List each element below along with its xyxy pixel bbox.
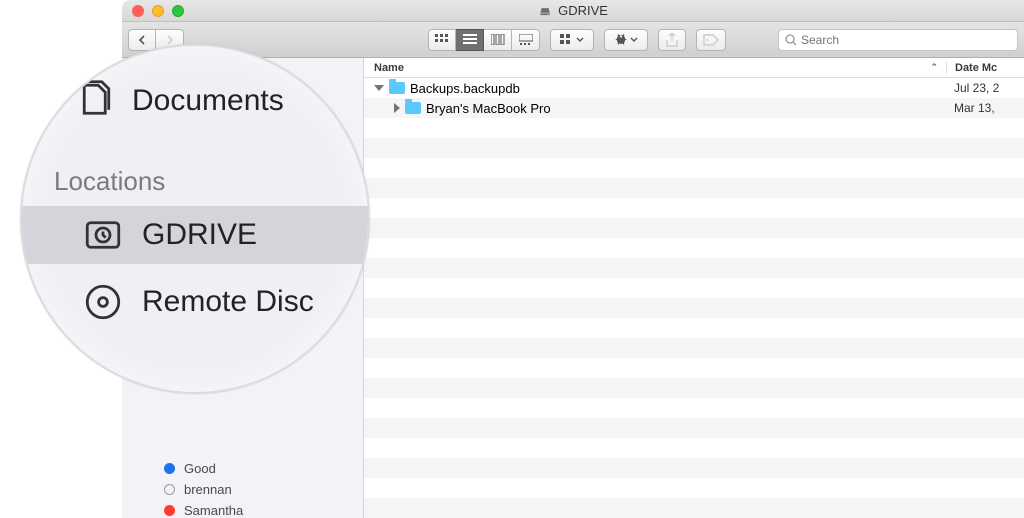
column-date-label: Date Mc <box>955 62 997 74</box>
window-title-text: GDRIVE <box>558 3 608 18</box>
file-date: Mar 13, <box>946 101 1024 115</box>
group-by-button[interactable] <box>550 29 594 51</box>
empty-row <box>364 498 1024 518</box>
disclosure-triangle-icon[interactable] <box>394 103 400 113</box>
disc-icon <box>82 281 124 323</box>
empty-row <box>364 298 1024 318</box>
empty-row <box>364 278 1024 298</box>
file-list: Backups.backupdb Jul 23, 2 Bryan's MacBo… <box>364 78 1024 518</box>
empty-row <box>364 118 1024 138</box>
tag-dot-icon <box>164 484 175 495</box>
empty-row <box>364 418 1024 438</box>
tag-dot-icon <box>164 463 175 474</box>
column-headers: Name ⌃ Date Mc <box>364 58 1024 78</box>
search-icon <box>785 34 797 46</box>
search-input[interactable] <box>801 33 1011 47</box>
window-title: GDRIVE <box>538 3 608 18</box>
file-name: Bryan's MacBook Pro <box>426 101 551 116</box>
column-date[interactable]: Date Mc <box>946 62 1024 74</box>
column-name[interactable]: Name ⌃ <box>364 62 946 74</box>
empty-row <box>364 218 1024 238</box>
sidebar-heading-locations: Locations <box>54 166 165 197</box>
sidebar-item-label: GDRIVE <box>142 218 257 252</box>
column-name-label: Name <box>374 62 404 74</box>
empty-row <box>364 458 1024 478</box>
table-row[interactable]: Backups.backupdb Jul 23, 2 <box>364 78 1024 98</box>
view-mode-group <box>428 29 540 51</box>
file-date: Jul 23, 2 <box>946 81 1024 95</box>
tag-brennan[interactable]: brennan <box>164 479 363 500</box>
folder-icon <box>389 82 405 94</box>
window-controls <box>132 5 184 17</box>
tag-dot-icon <box>164 505 175 516</box>
search-field[interactable] <box>778 29 1018 51</box>
close-button[interactable] <box>132 5 144 17</box>
time-machine-drive-icon <box>82 214 124 256</box>
empty-row <box>364 478 1024 498</box>
empty-row <box>364 318 1024 338</box>
share-button[interactable] <box>658 29 686 51</box>
documents-icon <box>72 80 114 122</box>
empty-row <box>364 258 1024 278</box>
empty-row <box>364 358 1024 378</box>
empty-row <box>364 338 1024 358</box>
empty-row <box>364 378 1024 398</box>
sidebar-tags: Good brennan Samantha <box>122 458 363 518</box>
tag-label: Good <box>184 461 216 476</box>
empty-row <box>364 238 1024 258</box>
sidebar-item-documents[interactable]: Documents <box>72 76 368 126</box>
empty-row <box>364 178 1024 198</box>
tags-button[interactable] <box>696 29 726 51</box>
tag-samantha[interactable]: Samantha <box>164 500 363 518</box>
tag-label: Samantha <box>184 503 243 518</box>
table-row[interactable]: Bryan's MacBook Pro Mar 13, <box>364 98 1024 118</box>
empty-row <box>364 198 1024 218</box>
file-pane: Name ⌃ Date Mc Backups.backupdb Jul 23, … <box>364 58 1024 518</box>
magnifier-overlay: Documents Locations GDRIVE Remote Disc <box>20 44 370 394</box>
action-menu-button[interactable] <box>604 29 648 51</box>
titlebar: GDRIVE <box>122 0 1024 22</box>
file-name: Backups.backupdb <box>410 81 520 96</box>
zoom-button[interactable] <box>172 5 184 17</box>
list-view-button[interactable] <box>456 29 484 51</box>
drive-icon <box>538 4 552 18</box>
gallery-view-button[interactable] <box>512 29 540 51</box>
disclosure-triangle-icon[interactable] <box>374 85 384 91</box>
empty-row <box>364 138 1024 158</box>
sort-indicator-icon: ⌃ <box>930 62 938 73</box>
empty-row <box>364 438 1024 458</box>
folder-icon <box>405 102 421 114</box>
tag-label: brennan <box>184 482 232 497</box>
sidebar-item-label: Documents <box>132 84 284 118</box>
sidebar-item-gdrive[interactable]: GDRIVE <box>22 206 368 264</box>
tag-good[interactable]: Good <box>164 458 363 479</box>
icon-view-button[interactable] <box>428 29 456 51</box>
column-view-button[interactable] <box>484 29 512 51</box>
minimize-button[interactable] <box>152 5 164 17</box>
sidebar-item-label: Remote Disc <box>142 285 314 319</box>
empty-row <box>364 398 1024 418</box>
empty-row <box>364 158 1024 178</box>
sidebar-item-remote-disc[interactable]: Remote Disc <box>82 274 368 330</box>
